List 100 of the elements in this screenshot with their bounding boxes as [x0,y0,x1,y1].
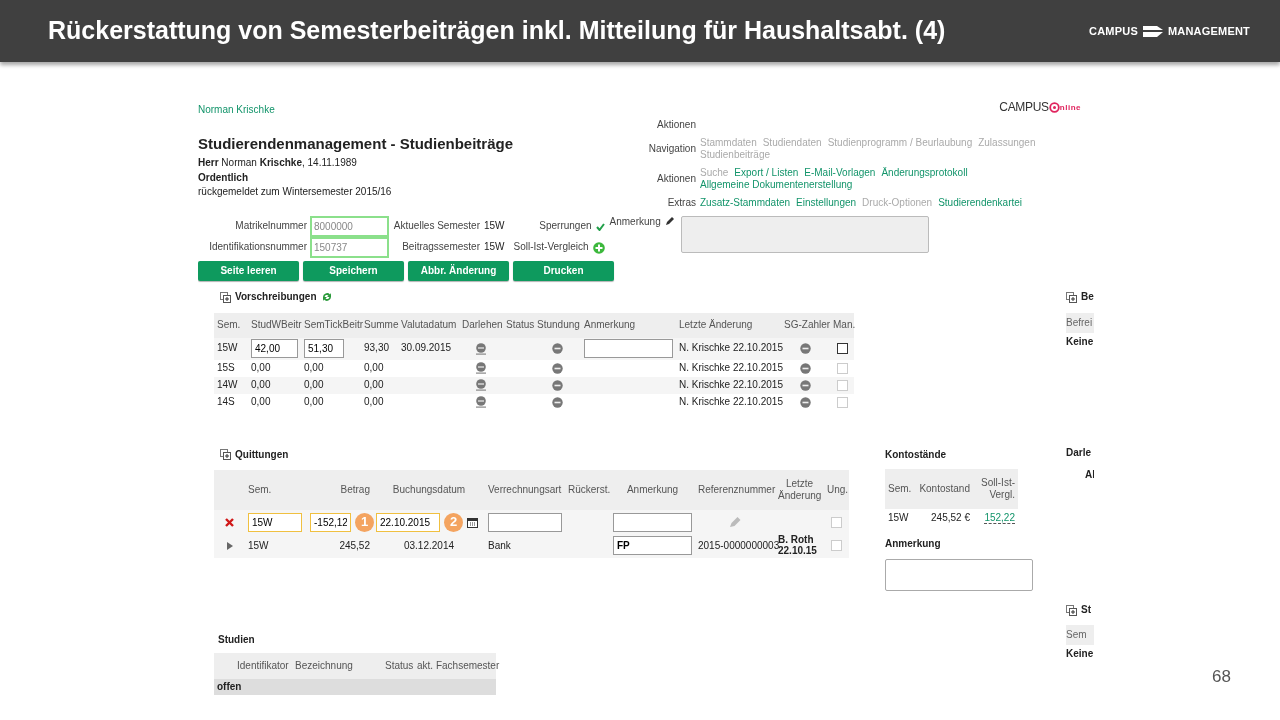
remark-field[interactable] [680,216,929,253]
column-header: Darlehen [459,312,503,338]
info-value: 15W [484,220,505,233]
page-number: 68 [1212,666,1231,688]
expand-icon [220,449,231,461]
table-cell: Al [1085,468,1094,481]
column-header: Befrei [1066,312,1094,333]
calendar-icon [467,516,478,528]
minus-circle-icon [552,343,563,355]
table-cell: 15W [217,342,238,354]
nav-link: Studienbeiträge [700,149,771,162]
column-header: Rückerst. [568,483,611,495]
column-header: Sem. [214,312,248,338]
info-label: Beitragssemester [401,241,480,254]
person-line: Herr Norman Krischke, 14.11.1989 [198,157,358,170]
action-button[interactable]: Speichern [303,261,404,281]
table-cell: 15W [248,539,269,551]
action-button[interactable]: Drucken [513,261,614,281]
column-header: Sem [1066,624,1094,645]
table-cell: 245,52 € [931,512,970,524]
table-cell: 0,00 [364,378,384,390]
action-button[interactable]: Abbr. Änderung [408,261,509,281]
minus-circle-icon [552,396,563,408]
column-header: StudWBeitr [248,312,301,338]
table-cell: 245,52 [339,539,370,551]
section-title: St [1081,604,1091,617]
remark-label: Anmerkung [885,538,942,551]
nav-link: Stammdaten [700,136,757,149]
column-header: Kontostand [919,482,970,494]
registration-status: rückgemeldet zum Wintersemester 2015/16 [198,186,393,199]
nav-link: Studiendaten [762,136,822,149]
table-cell: 15S [217,361,235,373]
logo-text: MANAGEMENT [1167,23,1250,39]
input-field[interactable]: 51,30 [304,339,344,358]
minus-circle-icon [800,396,811,408]
column-header: Bezeichnung [292,653,382,679]
comparison-link[interactable]: 152,22 [984,512,1015,525]
input-field[interactable]: -152,12 [310,512,351,532]
table-cell: 14W [217,378,238,390]
input-field[interactable]: FP [613,536,692,556]
nav-link: Suche [700,166,729,179]
table-cell: 0,00 [364,395,384,407]
logo-text: CAMPUS [1089,23,1138,39]
app-logo-text: CAMPUS [999,100,1049,115]
column-header: Sem. [248,483,272,495]
user-link[interactable]: Norman Krischke [198,104,640,117]
table-cell: 0,00 [304,395,324,407]
column-header: Anmerkung [626,483,679,495]
column-header: Man. [830,312,854,338]
field-label: Identifikationsnummer [208,241,307,254]
table-cell: 0,00 [364,361,384,373]
expand-arrow-icon [226,541,233,550]
input-field[interactable] [488,512,562,532]
student-status: Ordentlich [198,171,249,185]
action-button[interactable]: Seite leeren [198,261,299,281]
nav-label: Extras [666,196,696,209]
section-title: Be [1081,291,1094,304]
column-header: SG-Zahler [781,312,830,338]
remark-field[interactable] [885,558,1033,591]
add-icon [592,241,605,254]
nav-link[interactable]: Zusatz-Stammdaten [700,196,791,209]
column-header: Verrechnungsart [488,483,562,495]
section-title: Vorschreibungen [235,291,317,304]
step-marker: 1 [355,512,374,532]
column-header: Identifikator [234,653,292,679]
app-logo-text: nline [1059,102,1081,113]
nav-link[interactable]: E-Mail-Vorlagen [804,166,876,179]
table-cell: N. Krischke 22.10.2015 [679,395,783,407]
input-field[interactable] [584,339,673,358]
table-cell: 0,00 [304,378,324,390]
input-field[interactable]: 8000000 [310,216,389,237]
table-cell-text: Darle [1066,447,1092,460]
column-header: Letzte Änderung [778,477,822,501]
input-field[interactable]: 15W [248,512,302,532]
column-header: Stundung [534,312,581,338]
column-header: Letzte Änderung [676,312,781,338]
column-header: Anmerkung [581,312,676,338]
table-cell: 0,00 [251,361,271,373]
group-label: offen [217,680,242,692]
nav-link[interactable]: Studierendenkartei [938,196,1023,209]
slide-title: Rückerstattung von Semesterbeiträgen inkl. Mitteilung für Haushaltsabt. (4) [48,15,946,47]
nav-link[interactable]: Änderungsprotokoll [881,166,968,179]
checkbox[interactable] [836,343,848,355]
table-cell: 0,00 [304,361,324,373]
nav-link[interactable]: Allgemeine Dokumentenerstellung [700,179,853,192]
nav-link[interactable]: Einstellungen [796,196,857,209]
table-cell: 0,00 [251,378,271,390]
minus-circle-icon [800,379,811,391]
column-header: Betrag [340,483,370,495]
input-field[interactable] [613,512,692,532]
input-field[interactable]: 42,00 [251,339,298,358]
input-field[interactable]: 150737 [310,237,389,258]
table-cell: 0,00 [251,395,271,407]
nav-label: Aktionen [656,119,696,132]
input-field[interactable]: 22.10.2015 [376,512,440,532]
column-header: Soll-Ist-Vergl. [981,476,1015,500]
nav-link[interactable]: Export / Listen [734,166,799,179]
info-value: 15W [484,241,505,254]
table-cell: Keine [1066,335,1094,348]
column-header: Referenznummer [698,483,776,495]
